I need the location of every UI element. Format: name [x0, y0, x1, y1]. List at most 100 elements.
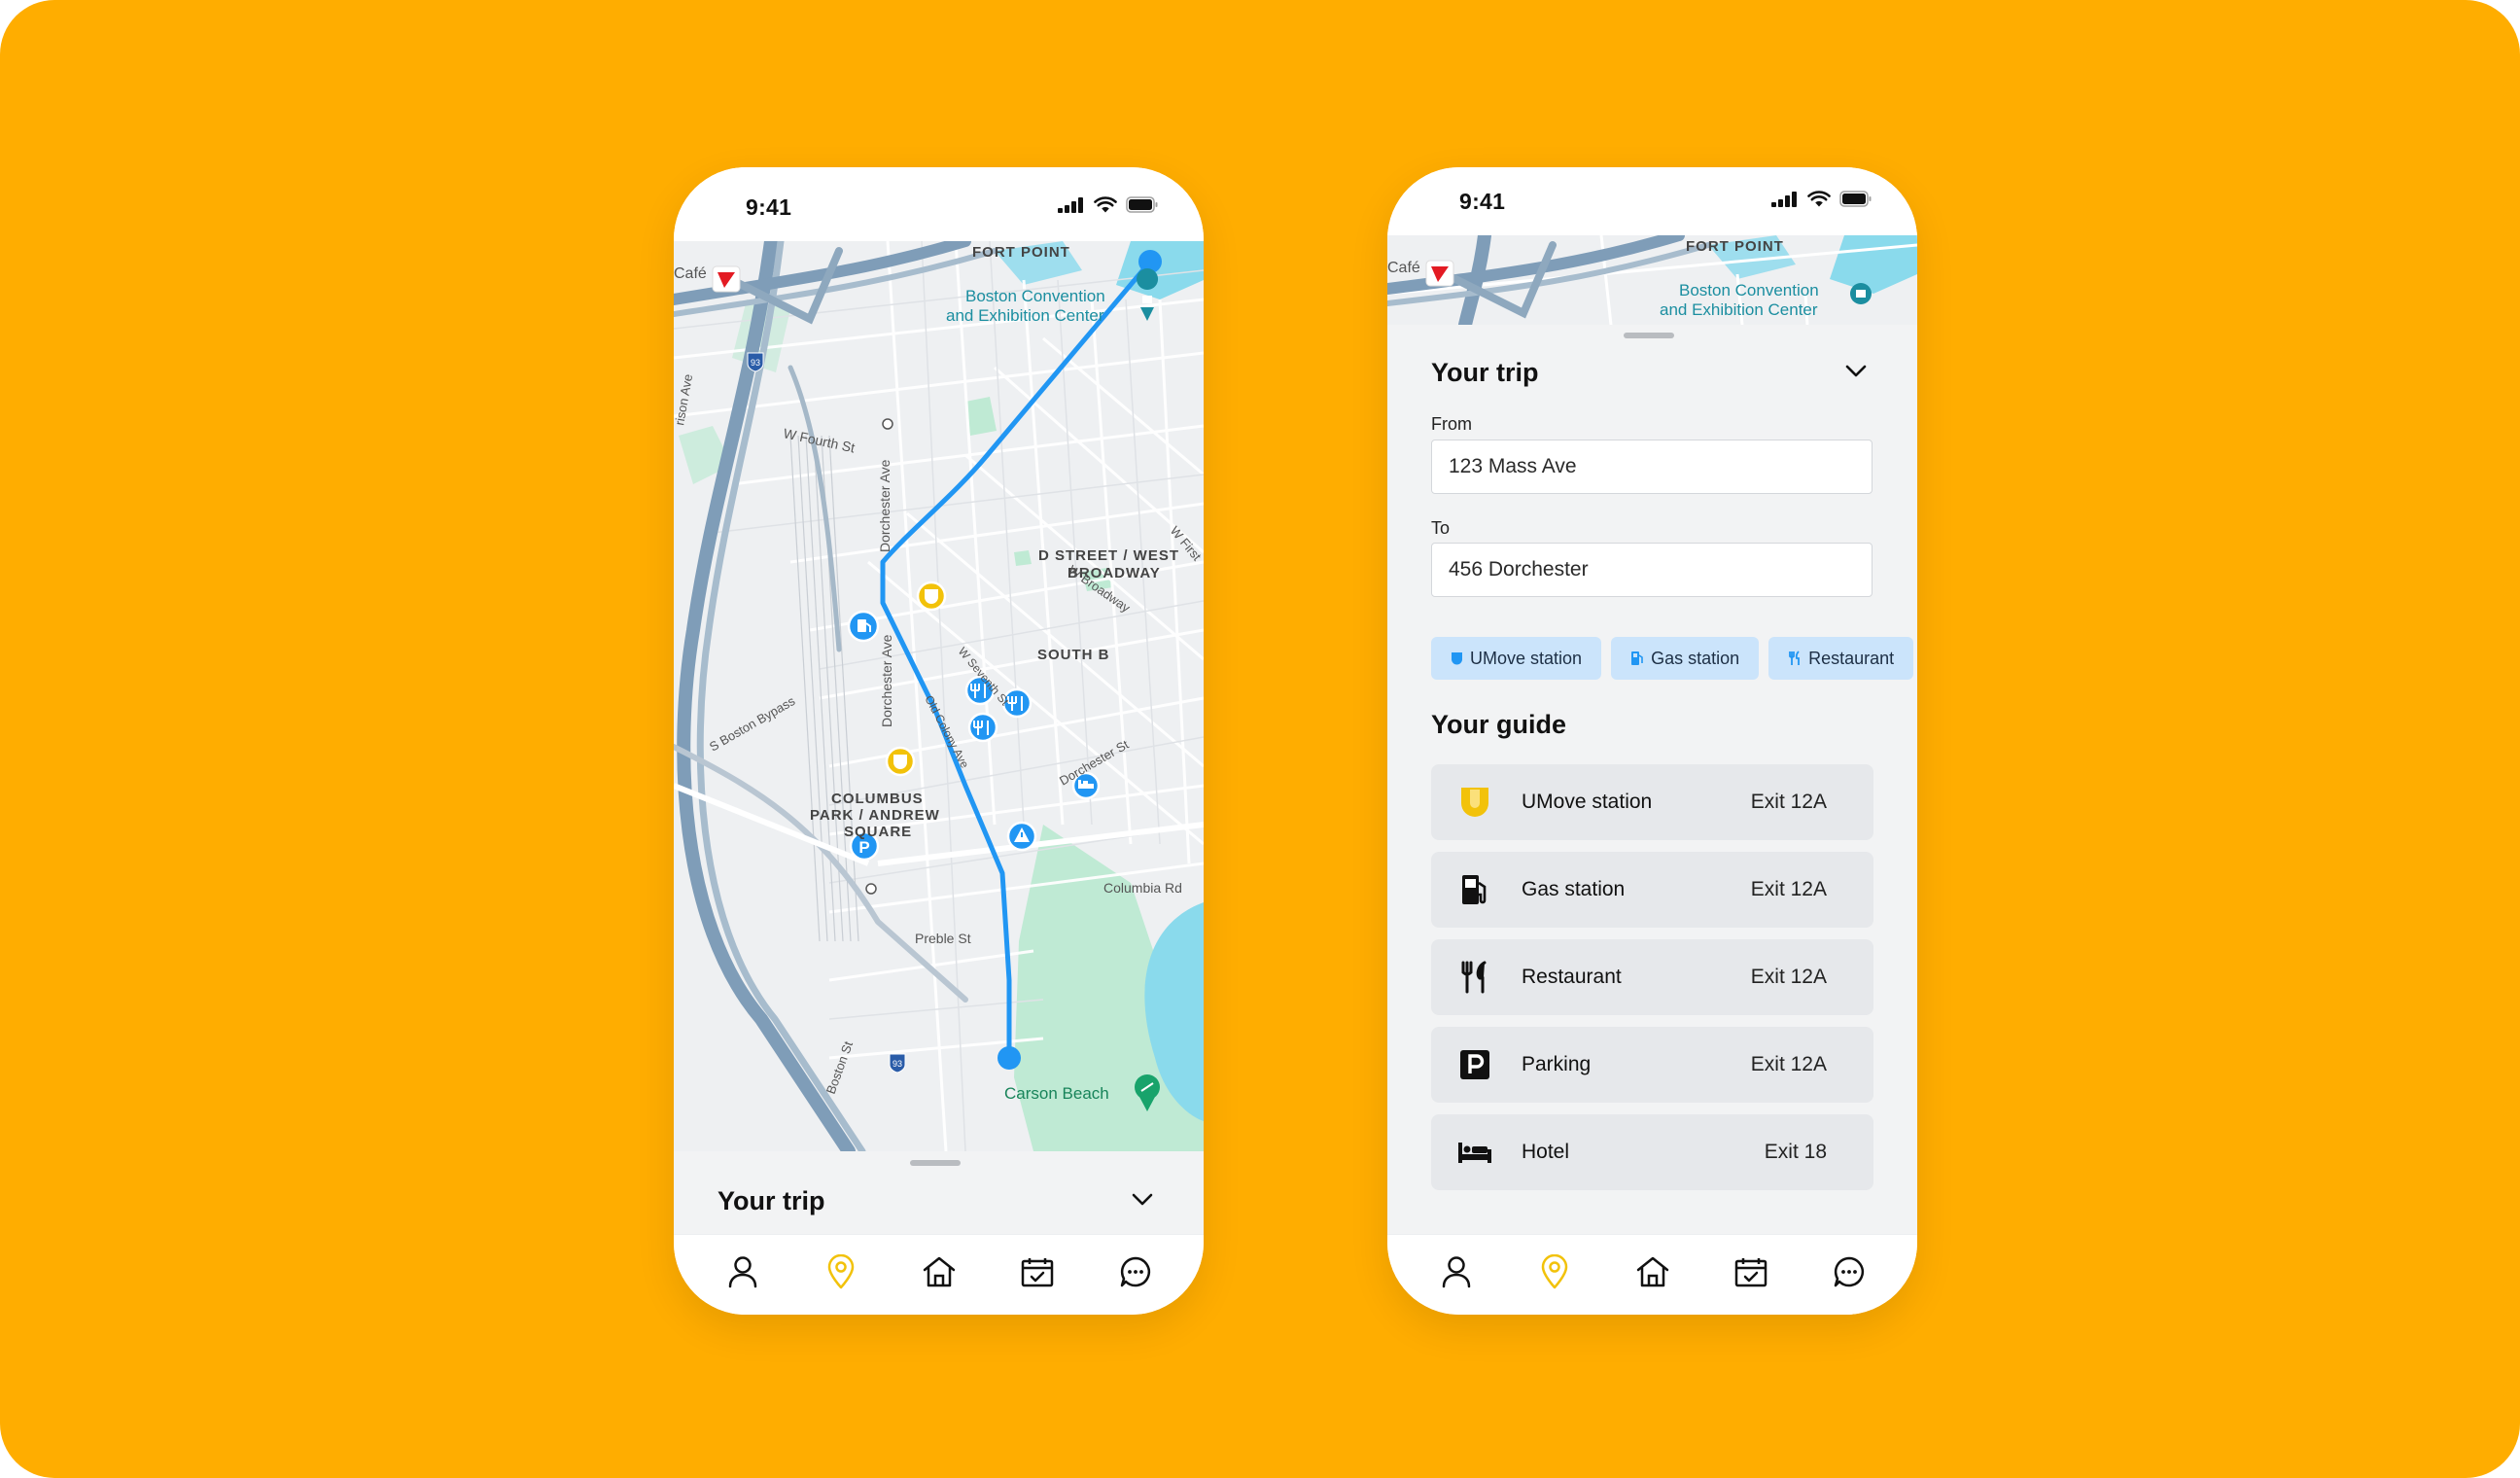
svg-text:P: P [858, 838, 869, 857]
trip-sheet-expanded: Your trip From 123 Mass Ave To 456 Dorch… [1387, 325, 1917, 1234]
route-map[interactable]: P 93 93 Café FORT POINT Boston Conventio… [674, 241, 1204, 1151]
warning-marker[interactable] [1006, 821, 1037, 852]
status-time: 9:41 [1459, 189, 1506, 214]
map-label-cafe: Café [1387, 260, 1420, 276]
airline-logo [712, 265, 741, 293]
fork-knife-icon [1461, 961, 1487, 994]
map-label-carson-beach: Carson Beach [1004, 1084, 1109, 1103]
wifi-icon [1094, 196, 1117, 213]
umove-shield-icon [1461, 788, 1488, 817]
chat-icon [1834, 1256, 1864, 1287]
nav-calendar[interactable] [1730, 1250, 1772, 1293]
signal-icon [1058, 196, 1083, 213]
guide-item-exit: Exit 18 [1764, 1141, 1827, 1163]
drag-handle[interactable] [910, 1160, 961, 1166]
yellow-backdrop: 9:41 P 93 93 Café FORT POINT Boston Conv… [0, 0, 2520, 1478]
map-label-dorchester-ave: Dorchester Ave [877, 459, 892, 552]
nav-profile[interactable] [1435, 1250, 1478, 1293]
trip-title: Your trip [1431, 358, 1539, 387]
trip-sheet-collapsed[interactable]: Your trip [674, 1151, 1204, 1234]
guide-row-restaurant[interactable]: Restaurant Exit 12A [1431, 939, 1873, 1015]
chip-umove-station[interactable]: UMove station [1431, 637, 1602, 680]
to-field[interactable]: 456 Dorchester [1431, 543, 1872, 597]
guide-item-exit: Exit 12A [1750, 791, 1827, 813]
from-label: From [1431, 414, 1472, 434]
fork-knife-icon [1789, 651, 1801, 665]
chip-restaurant[interactable]: Restaurant [1768, 637, 1914, 680]
guide-title: Your guide [1431, 710, 1566, 739]
location-pin-icon [1541, 1254, 1567, 1289]
from-field[interactable]: 123 Mass Ave [1431, 440, 1872, 494]
nav-home[interactable] [1631, 1250, 1674, 1293]
map-label-dorchester-ave-2: Dorchester Ave [879, 634, 894, 727]
chip-label: UMove station [1470, 648, 1583, 668]
bottom-nav [674, 1234, 1204, 1315]
nav-chat[interactable] [1828, 1250, 1871, 1293]
chevron-down-icon [1132, 1193, 1153, 1206]
svg-text:93: 93 [751, 358, 760, 368]
guide-item-name: Parking [1522, 1053, 1592, 1075]
guide-row-hotel[interactable]: Hotel Exit 18 [1431, 1114, 1873, 1190]
gas-station-marker[interactable] [847, 610, 880, 643]
trip-destination-dot [998, 1046, 1021, 1070]
chip-label: Restaurant [1808, 648, 1895, 668]
svg-text:93: 93 [892, 1059, 902, 1069]
to-label: To [1431, 518, 1451, 538]
battery-icon [1839, 191, 1872, 207]
map-label-cafe: Café [674, 265, 707, 282]
nav-home[interactable] [918, 1250, 961, 1293]
guide-list: UMove station Exit 12A Gas station Exit … [1431, 764, 1873, 1202]
convention-center-icon [1850, 283, 1872, 304]
drag-handle[interactable] [1624, 333, 1674, 338]
map-label-fort-point: FORT POINT [1686, 238, 1784, 255]
map-label-d-street: D STREET / WEST [1038, 547, 1179, 564]
expand-chevron-button[interactable] [1125, 1182, 1160, 1217]
wifi-icon [1807, 191, 1831, 207]
map-label-preble-st: Preble St [915, 931, 971, 946]
guide-item-name: UMove station [1522, 791, 1653, 813]
guide-item-exit: Exit 12A [1750, 1053, 1827, 1075]
guide-row-gas-station[interactable]: Gas station Exit 12A [1431, 852, 1873, 928]
calendar-icon [1734, 1258, 1767, 1287]
nav-profile[interactable] [721, 1250, 764, 1293]
restaurant-marker[interactable] [967, 712, 998, 743]
map-label-square: SQUARE [844, 824, 912, 840]
guide-row-umove-station[interactable]: UMove station Exit 12A [1431, 764, 1873, 840]
map-label-convention-center-2: and Exhibition Center [1660, 300, 1818, 319]
home-icon [923, 1256, 955, 1287]
profile-icon [728, 1256, 756, 1288]
interstate-shield-icon: 93 [889, 1053, 906, 1073]
gas-pump-icon [1631, 651, 1643, 665]
umove-station-marker[interactable] [885, 746, 916, 777]
nav-chat[interactable] [1114, 1250, 1157, 1293]
status-bar: 9:41 [674, 167, 1204, 241]
guide-row-parking[interactable]: Parking Exit 12A [1431, 1027, 1873, 1103]
status-bar: 9:41 [1387, 167, 1917, 235]
nav-location[interactable] [1533, 1250, 1576, 1293]
home-icon [1636, 1256, 1668, 1287]
guide-item-name: Hotel [1522, 1141, 1570, 1163]
guide-item-name: Restaurant [1522, 966, 1622, 988]
nav-calendar[interactable] [1016, 1250, 1059, 1293]
gas-pump-icon [1462, 875, 1487, 904]
battery-icon [1126, 196, 1158, 213]
map-label-park-andrew: PARK / ANDREW [810, 807, 940, 824]
airline-logo [1425, 260, 1454, 287]
route-map-peek[interactable]: Café FORT POINT Boston Convention and Ex… [1387, 235, 1917, 325]
phone-map-view: 9:41 P 93 93 Café FORT POINT Boston Conv… [674, 167, 1204, 1315]
phone-guide-view: 9:41 Café FORT POINT Boston Convention a… [1387, 167, 1917, 1315]
category-chips: UMove station Gas station Restaurant [1431, 637, 1917, 682]
nav-location[interactable] [820, 1250, 862, 1293]
collapse-chevron-button[interactable] [1838, 354, 1873, 389]
calendar-icon [1021, 1258, 1053, 1287]
guide-item-name: Gas station [1522, 878, 1626, 900]
bed-icon [1458, 1143, 1491, 1163]
map-label-convention-center-2: and Exhibition Center [946, 306, 1104, 325]
signal-icon [1771, 191, 1797, 207]
status-time: 9:41 [746, 194, 792, 220]
guide-item-exit: Exit 12A [1750, 878, 1827, 900]
chip-gas-station[interactable]: Gas station [1611, 637, 1760, 680]
umove-station-marker[interactable] [916, 581, 947, 612]
interstate-shield-icon: 93 [747, 352, 764, 372]
guide-item-exit: Exit 12A [1750, 966, 1827, 988]
